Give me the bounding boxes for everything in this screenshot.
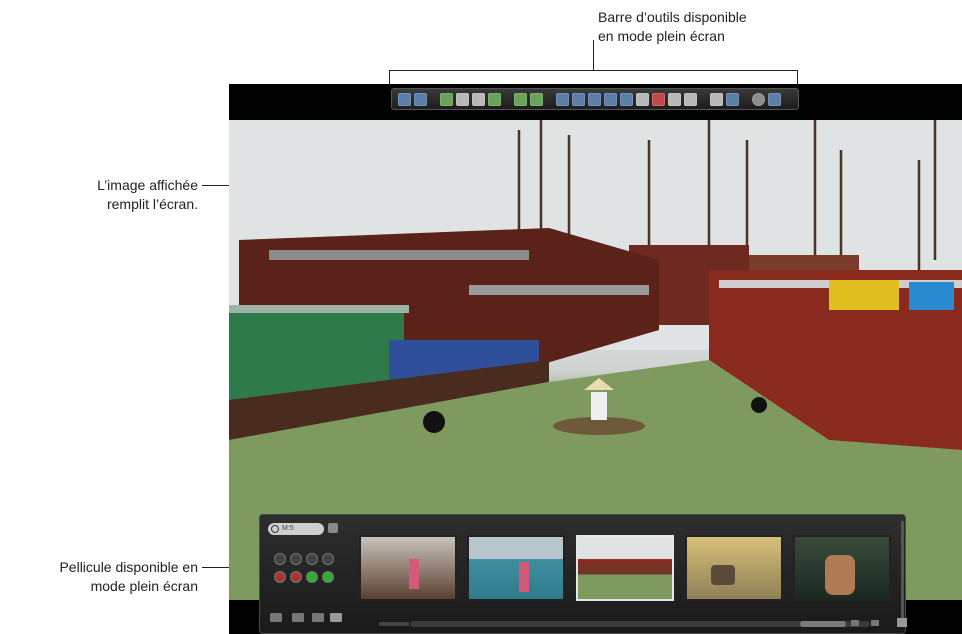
filmstrip: M:5 — [259, 514, 906, 634]
thumbnail-1[interactable] — [359, 535, 457, 601]
rotate-left-button[interactable] — [274, 553, 286, 565]
toolbar-callout-bracket-left — [389, 70, 390, 84]
image-callout: L’image affichée remplit l’écran. — [0, 176, 198, 214]
retouch-tool-icon[interactable] — [636, 92, 649, 106]
book-icon[interactable] — [488, 92, 501, 106]
toolbar-callout-bracket-top — [389, 70, 798, 71]
previous-button[interactable] — [306, 553, 318, 565]
toolbar-callout-line2: en mode plein écran — [598, 28, 725, 44]
rower — [591, 392, 607, 420]
filmstrip-options-icon[interactable] — [328, 523, 338, 533]
filmstrip-scrollbar[interactable] — [410, 621, 870, 627]
toolbar-callout: Barre d’outils disponible en mode plein … — [598, 8, 838, 46]
stack-toggle-icon[interactable] — [312, 613, 324, 622]
hud-icon[interactable] — [726, 92, 739, 106]
search-input[interactable]: M:5 — [268, 523, 324, 535]
image-callout-line2: remplit l’écran. — [106, 196, 198, 212]
search-icon — [271, 525, 279, 533]
full-screen-toolbar — [391, 88, 799, 110]
thumbnail-4[interactable] — [685, 535, 783, 601]
filmstrip-toggle-icon[interactable] — [710, 92, 723, 106]
crop-tool-icon[interactable] — [620, 92, 633, 106]
toolbar-callout-leader-vertical — [593, 40, 594, 70]
thumbnail-figure — [711, 565, 735, 585]
rotate-right-icon[interactable] — [530, 92, 543, 106]
tire-fender — [751, 397, 767, 413]
secondary-display-icon[interactable] — [897, 618, 907, 627]
filmstrip-callout: Pellicule disponible en mode plein écran — [0, 558, 198, 596]
decrease-rating-button[interactable] — [290, 571, 302, 583]
search-value: M:5 — [282, 525, 294, 532]
thumbnail-3[interactable] — [576, 535, 674, 601]
rotate-right-button[interactable] — [290, 553, 302, 565]
thumbnail-2[interactable] — [467, 535, 565, 601]
filmstrip-scroll-knob[interactable] — [800, 621, 846, 627]
album-icon[interactable] — [472, 92, 485, 106]
viewer-mode-icon[interactable] — [398, 92, 411, 106]
thumbnail-figure — [409, 559, 419, 589]
select-button[interactable] — [322, 571, 334, 583]
left-boat-roof — [269, 250, 529, 260]
next-button[interactable] — [322, 553, 334, 565]
thumbnail-figure — [519, 562, 529, 592]
filmstrip-resize-handle[interactable] — [901, 521, 904, 627]
browser-mode-icon[interactable] — [414, 92, 427, 106]
red-eye-tool-icon[interactable] — [652, 92, 665, 106]
thumbnail-figure — [825, 555, 855, 595]
filmstrip-callout-line1: Pellicule disponible en — [59, 559, 198, 575]
lift-stamp-icon[interactable] — [604, 92, 617, 106]
list-view-icon[interactable] — [871, 620, 879, 626]
loupe-icon[interactable] — [752, 92, 765, 106]
stack-icon[interactable] — [456, 92, 469, 106]
exit-full-screen-icon[interactable] — [768, 92, 781, 106]
green-boat-roof — [229, 305, 409, 313]
grid-view-icon[interactable] — [851, 620, 859, 626]
thumbnail-5[interactable] — [793, 535, 891, 601]
tire-fender — [423, 411, 445, 433]
toolbar-callout-bracket-right — [797, 70, 798, 84]
monitor-icon[interactable] — [330, 613, 342, 622]
yellow-tanks — [829, 280, 899, 310]
blue-tank — [909, 282, 954, 310]
pointer-tool-icon[interactable] — [556, 92, 569, 106]
straighten-tool-icon[interactable] — [588, 92, 601, 106]
rotate-tool-icon[interactable] — [572, 92, 585, 106]
left-boat-deck — [469, 285, 649, 295]
reject-button[interactable] — [274, 571, 286, 583]
toolbar-callout-line1: Barre d’outils disponible — [598, 9, 747, 25]
burn-tool-icon[interactable] — [684, 92, 697, 106]
filter-icon[interactable] — [292, 613, 304, 622]
dodge-tool-icon[interactable] — [668, 92, 681, 106]
increase-rating-button[interactable] — [306, 571, 318, 583]
image-callout-line1: L’image affichée — [97, 177, 198, 193]
new-project-icon[interactable] — [440, 92, 453, 106]
zoom-slider-icon[interactable] — [379, 622, 409, 626]
view-toggle-icon[interactable] — [270, 613, 282, 622]
rotate-left-icon[interactable] — [514, 92, 527, 106]
filmstrip-callout-line2: mode plein écran — [90, 578, 198, 594]
full-screen-view: M:5 — [229, 84, 962, 634]
